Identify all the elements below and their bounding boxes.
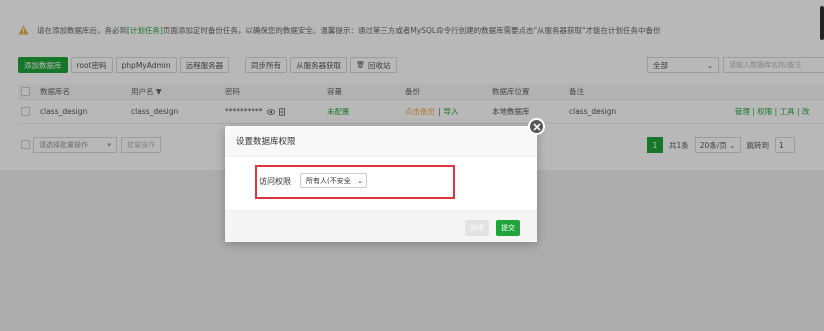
access-permission-value: 所有人(不安全 [306,176,351,185]
dialog-footer: 关闭 提交 [225,210,537,242]
close-icon [532,122,541,131]
chevron-down-icon: ⌄ [357,176,363,185]
db-permission-dialog: 设置数据库权限 访问权限 所有人(不安全 ⌄ 关闭 提交 [225,118,545,242]
access-permission-select[interactable]: 所有人(不安全 ⌄ [300,173,367,188]
submit-button[interactable]: 提交 [496,220,520,236]
close-dialog-button[interactable] [528,118,545,135]
access-permission-label: 访问权限 [259,177,291,186]
close-button[interactable]: 关闭 [465,220,489,236]
dialog-body: 访问权限 所有人(不安全 ⌄ [225,157,537,209]
dialog-title: 设置数据库权限 [225,126,537,157]
